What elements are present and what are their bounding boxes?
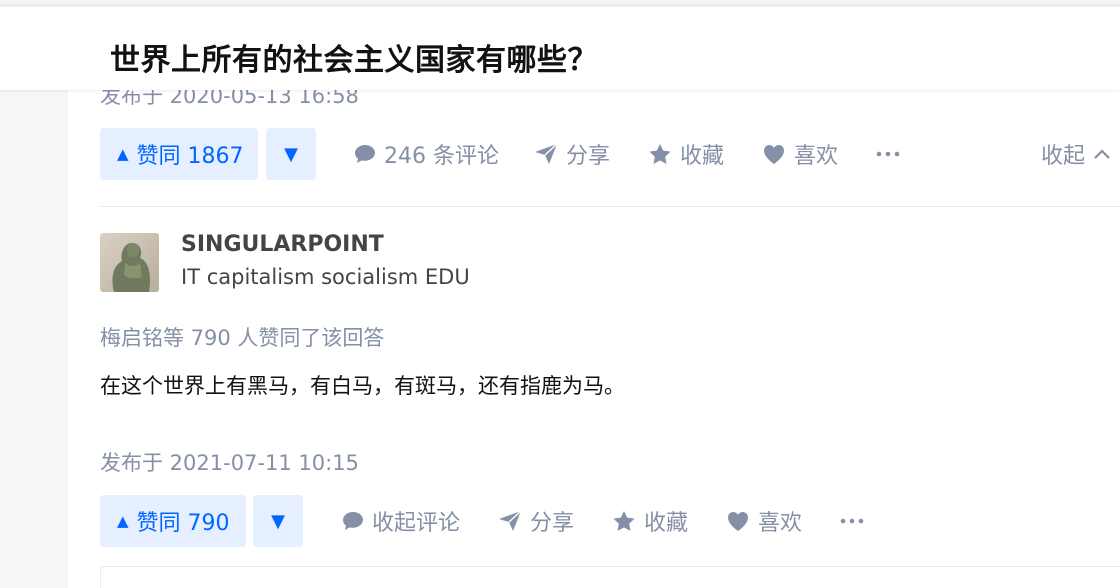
triangle-down-icon: ▼: [284, 143, 298, 165]
question-title[interactable]: 世界上所有的社会主义国家有哪些？: [110, 35, 598, 79]
like-label: 喜欢: [794, 144, 839, 169]
collapse-label: 收起: [1041, 144, 1086, 169]
upvote-button[interactable]: ▲ 赞同 790: [100, 495, 246, 547]
answer-2-publish-time[interactable]: 发布于 2021-07-11 10:15: [100, 447, 359, 477]
comments-panel: [100, 566, 1120, 588]
star-icon: [649, 144, 671, 164]
favorite-button[interactable]: 收藏: [648, 128, 724, 180]
triangle-down-icon: ▼: [271, 510, 285, 532]
author-bio: IT capitalism socialism EDU: [181, 265, 470, 289]
comments-label: 收起评论: [372, 511, 461, 536]
more-dots-icon: [840, 518, 864, 524]
star-icon: [613, 511, 635, 531]
more-button[interactable]: [876, 128, 908, 180]
voters-summary[interactable]: 梅启铭等 790 人赞同了该回答: [100, 322, 384, 352]
more-dots-icon: [876, 151, 900, 157]
chevron-up-icon: [1094, 149, 1110, 159]
window-top-edge: [0, 0, 1120, 6]
heart-icon: [764, 145, 784, 164]
paper-plane-icon: [535, 143, 558, 164]
comment-bubble-icon: [355, 145, 375, 163]
author-name[interactable]: SINGULARPOINT: [181, 232, 384, 257]
upvote-label: 赞同 790: [136, 511, 230, 536]
downvote-button[interactable]: ▼: [266, 128, 316, 180]
like-button[interactable]: 喜欢: [762, 128, 838, 180]
share-button[interactable]: 分享: [498, 495, 574, 547]
share-button[interactable]: 分享: [534, 128, 610, 180]
paper-plane-icon: [499, 510, 522, 531]
triangle-up-icon: ▲: [117, 512, 129, 530]
comment-bubble-icon: [343, 512, 363, 530]
upvote-label: 赞同 1867: [136, 144, 244, 169]
heart-icon: [728, 512, 748, 531]
answer-content: 在这个世界上有黑马，有白马，有斑马，还有指鹿为马。: [100, 374, 625, 398]
triangle-up-icon: ▲: [117, 145, 129, 163]
like-label: 喜欢: [758, 511, 803, 536]
favorite-button[interactable]: 收藏: [612, 495, 688, 547]
favorite-label: 收藏: [644, 511, 689, 536]
avatar[interactable]: [100, 233, 159, 292]
answer-1-action-bar: ▲ 赞同 1867 ▼ 246 条评论 分享 收藏 喜欢 收起: [100, 128, 1120, 180]
answer-divider: [100, 206, 1120, 207]
collapse-button[interactable]: 收起: [1041, 128, 1111, 180]
more-button[interactable]: [840, 495, 872, 547]
answer-2-action-bar: ▲ 赞同 790 ▼ 收起评论 分享 收藏 喜欢: [100, 495, 1120, 547]
favorite-label: 收藏: [680, 144, 725, 169]
collapse-comments-button[interactable]: 收起评论: [342, 495, 460, 547]
like-button[interactable]: 喜欢: [726, 495, 802, 547]
comments-button[interactable]: 246 条评论: [354, 128, 499, 180]
share-label: 分享: [530, 511, 575, 536]
downvote-button[interactable]: ▼: [253, 495, 303, 547]
upvote-button[interactable]: ▲ 赞同 1867: [100, 128, 258, 180]
question-header: 世界上所有的社会主义国家有哪些？: [0, 7, 1120, 90]
comments-label: 246 条评论: [384, 144, 499, 169]
share-label: 分享: [566, 144, 611, 169]
